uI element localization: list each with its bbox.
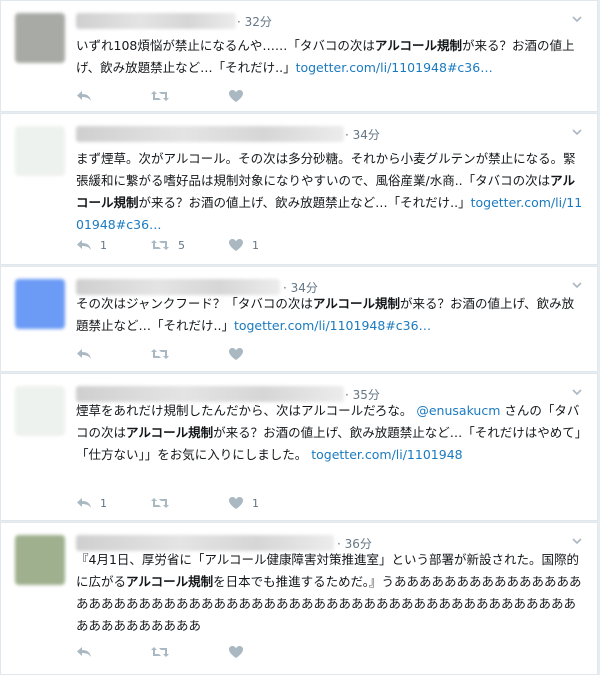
reply-button[interactable]: 1: [76, 238, 110, 252]
reply-icon: [77, 498, 91, 508]
tweet-text: 『4月1日、厚労省に「アルコール健康障害対策推進室」という部署が新設された。国際…: [76, 549, 583, 637]
text-segment: その次はジャンクフード？「タバコの次は: [76, 296, 313, 311]
tweet-text: まず煙草。次がアルコール。その次は多分砂糖。それから小麦グルテンが禁止になる。緊…: [76, 148, 583, 236]
retweet-button[interactable]: [150, 347, 188, 361]
like-button[interactable]: [228, 645, 262, 659]
text-segment: まず煙草。次がアルコール。その次は多分砂糖。それから小麦グルテンが禁止になる。緊…: [76, 151, 576, 188]
highlight-keyword: アルコール規制: [126, 425, 214, 440]
retweet-icon: [151, 240, 169, 250]
tweet-card[interactable]: · 36分 『4月1日、厚労省に「アルコール健康障害対策推進室」という部署が新設…: [0, 522, 598, 675]
url-link[interactable]: togetter.com/li/1101948#c36…: [234, 318, 431, 333]
tweet-card[interactable]: · 34分 その次はジャンクフード？「タバコの次はアルコール規制が来る？お酒の値…: [0, 266, 598, 372]
reply-button[interactable]: [76, 645, 110, 659]
heart-icon: [229, 497, 243, 509]
author-name[interactable]: [76, 126, 344, 142]
reply-icon: [77, 91, 91, 101]
reply-count: 1: [100, 496, 107, 510]
like-button[interactable]: [228, 347, 262, 361]
tweet-timestamp[interactable]: · 32分: [237, 13, 272, 30]
tweet-card[interactable]: · 34分 まず煙草。次がアルコール。その次は多分砂糖。それから小麦グルテンが禁…: [0, 113, 598, 265]
retweet-icon: [151, 91, 169, 101]
chevron-down-icon[interactable]: [571, 126, 583, 138]
avatar[interactable]: [15, 386, 65, 436]
retweet-button[interactable]: 5: [150, 238, 188, 252]
heart-icon: [229, 348, 243, 360]
tweet-text: いずれ108煩悩が禁止になるんや……「タバコの次はアルコール規制が来る？お酒の値…: [76, 35, 583, 79]
text-segment: いずれ108煩悩が禁止になるんや……「タバコの次は: [76, 38, 375, 53]
text-segment: が来る？お酒の値上げ、飲み放題禁止など…「それだけ..」: [138, 195, 471, 210]
retweet-icon: [151, 647, 169, 657]
chevron-down-icon[interactable]: [571, 535, 583, 547]
tweet-card[interactable]: · 35分 煙草をあれだけ規制したんだから、次はアルコールだろな。 @enusa…: [0, 373, 598, 521]
highlight-keyword: アルコール規制: [374, 38, 463, 53]
like-count: 1: [252, 496, 259, 510]
avatar[interactable]: [15, 13, 65, 63]
tweet-card[interactable]: · 32分 いずれ108煩悩が禁止になるんや……「タバコの次はアルコール規制が来…: [0, 0, 598, 112]
retweet-icon: [151, 349, 169, 359]
retweet-button[interactable]: [150, 496, 188, 510]
tweet-actions: 1 5 1: [76, 236, 302, 254]
chevron-down-icon[interactable]: [571, 13, 583, 25]
tweet-actions: [76, 643, 302, 661]
url-link[interactable]: togetter.com/li/1101948: [311, 447, 462, 462]
text-segment: 煙草をあれだけ規制したんだから、次はアルコールだろな。: [76, 403, 417, 418]
reply-icon: [77, 647, 91, 657]
heart-icon: [229, 239, 243, 251]
chevron-down-icon[interactable]: [571, 386, 583, 398]
highlight-keyword: アルコール規制: [312, 296, 401, 311]
tweet-actions: [76, 87, 302, 105]
reply-icon: [77, 240, 91, 250]
tweet-text: その次はジャンクフード？「タバコの次はアルコール規制が来る？お酒の値上げ、飲み放…: [76, 293, 583, 337]
retweet-count: 5: [178, 238, 185, 252]
like-button[interactable]: 1: [228, 238, 262, 252]
reply-icon: [77, 349, 91, 359]
heart-icon: [229, 90, 243, 102]
avatar[interactable]: [15, 279, 65, 329]
highlight-keyword: アルコール規制: [126, 574, 214, 589]
retweet-icon: [151, 498, 169, 508]
heart-icon: [229, 646, 243, 658]
like-button[interactable]: 1: [228, 496, 262, 510]
tweet-text: 煙草をあれだけ規制したんだから、次はアルコールだろな。 @enusakucm さ…: [76, 400, 583, 466]
mention-link[interactable]: @enusakucm: [416, 403, 500, 418]
author-name[interactable]: [76, 13, 236, 29]
avatar[interactable]: [15, 126, 65, 176]
reply-button[interactable]: [76, 89, 110, 103]
retweet-button[interactable]: [150, 89, 188, 103]
tweet-actions: 1 1: [76, 494, 302, 512]
like-button[interactable]: [228, 89, 262, 103]
url-link[interactable]: togetter.com/li/1101948#c36…: [296, 60, 493, 75]
avatar[interactable]: [15, 535, 65, 585]
reply-button[interactable]: [76, 347, 110, 361]
like-count: 1: [252, 238, 259, 252]
reply-button[interactable]: 1: [76, 496, 110, 510]
retweet-button[interactable]: [150, 645, 188, 659]
tweet-timestamp[interactable]: · 34分: [345, 126, 380, 143]
reply-count: 1: [100, 238, 107, 252]
tweet-actions: [76, 345, 302, 363]
chevron-down-icon[interactable]: [571, 279, 583, 291]
timeline-feed: · 32分 いずれ108煩悩が禁止になるんや……「タバコの次はアルコール規制が来…: [0, 0, 600, 675]
